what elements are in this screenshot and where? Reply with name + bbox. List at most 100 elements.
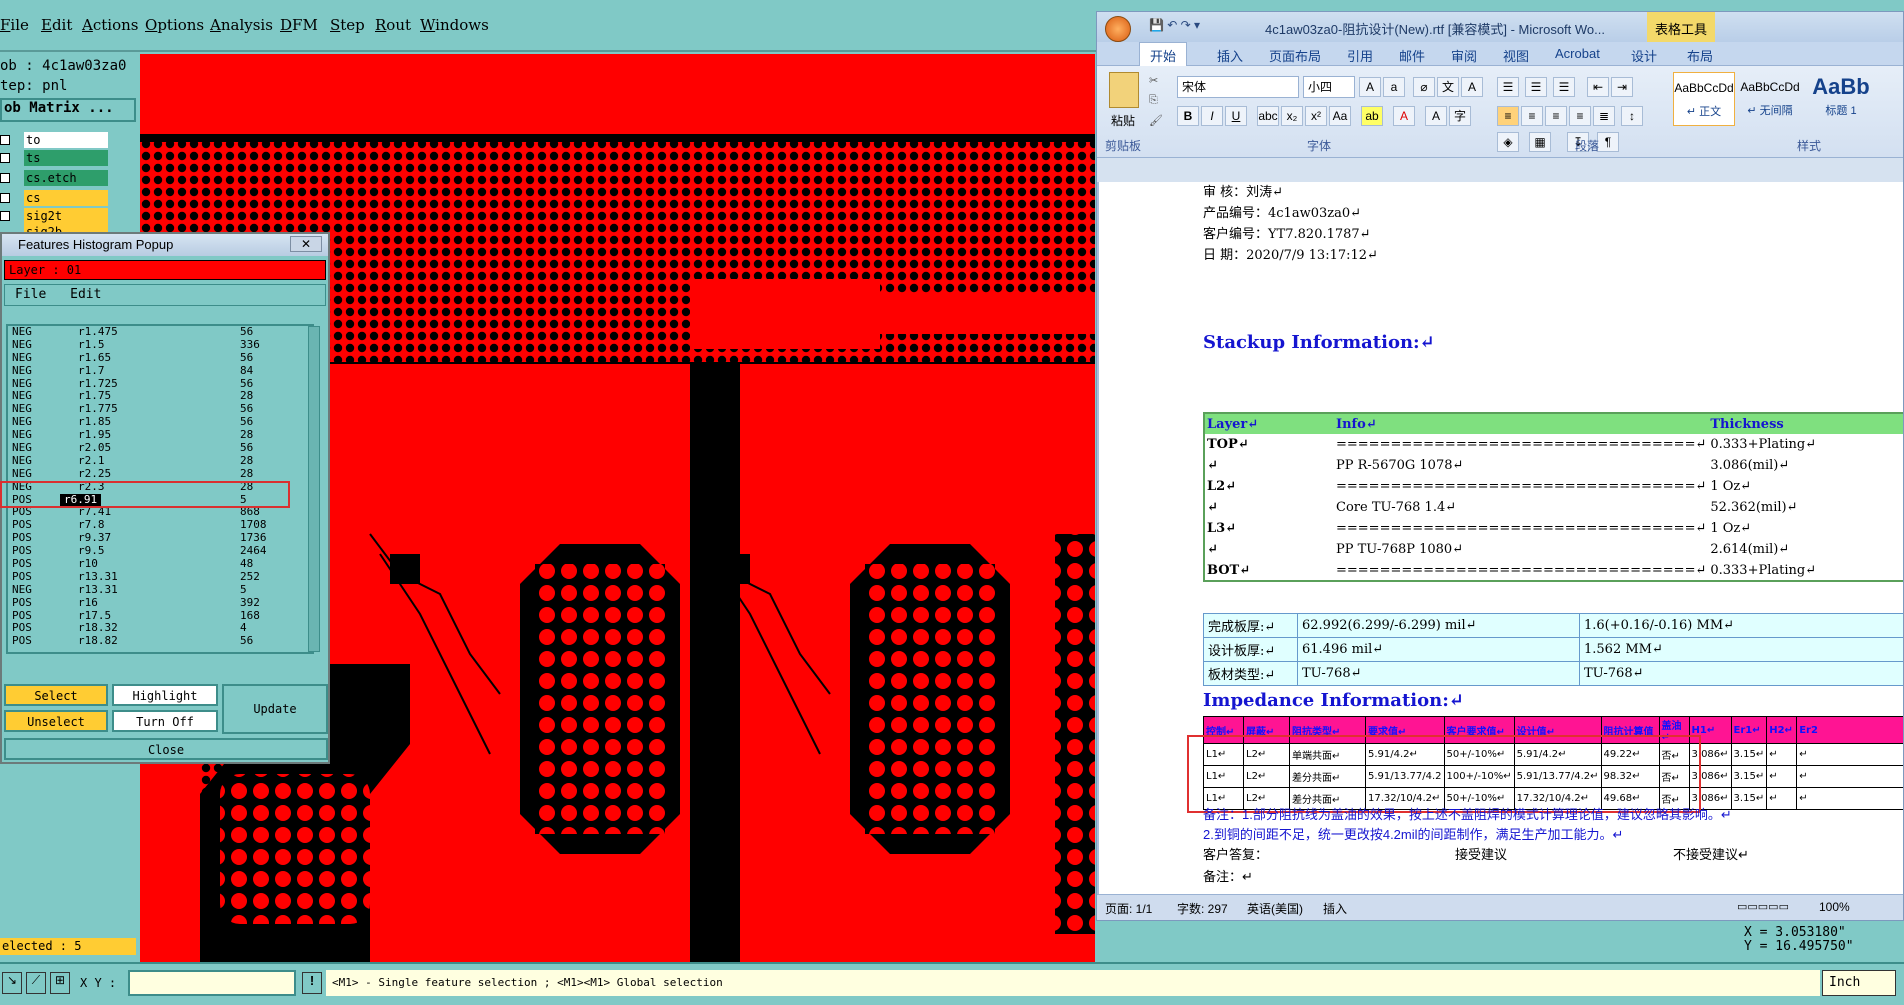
histogram-row[interactable]: NEG r1.85 56 [8,415,312,429]
menu-actions[interactable]: Actions [82,16,138,34]
select-button[interactable]: Select [4,684,108,706]
page-count[interactable]: 页面: 1/1 [1105,900,1152,917]
copy-icon[interactable]: ⎘ [1149,94,1158,107]
change-case-icon[interactable]: Aa [1329,106,1351,126]
unselect-button[interactable]: Unselect [4,710,108,732]
tab-view[interactable]: 视图 [1503,46,1529,65]
turn-off-button[interactable]: Turn Off [112,710,218,732]
highlight-icon[interactable]: ab [1361,106,1383,126]
tab-page-layout[interactable]: 页面布局 [1269,46,1321,65]
insert-mode[interactable]: 插入 [1323,900,1347,917]
decrease-indent-icon[interactable]: ⇤ [1587,77,1609,97]
layer-row[interactable]: to [0,132,140,149]
arrow-icon[interactable]: ↘ [2,972,22,994]
layer-row[interactable]: cs.etch [0,170,140,187]
vertical-scrollbar[interactable] [308,326,320,652]
word-titlebar[interactable]: 💾 ↶ ↷ ▾ 4c1aw03za0-阻抗设计(New).rtf [兼容模式] … [1097,12,1903,42]
histogram-row[interactable]: NEG r1.475 56 [8,326,312,339]
highlight-button[interactable]: Highlight [112,684,218,706]
layer-checkbox[interactable] [0,193,10,203]
tab-mailings[interactable]: 邮件 [1399,46,1425,65]
view-buttons-icon[interactable]: ▭▭▭▭▭ [1737,900,1789,913]
tab-layout[interactable]: 布局 [1687,46,1713,65]
multilevel-icon[interactable]: ☰ [1553,77,1575,97]
histogram-row[interactable]: NEG r1.75 28 [8,390,312,403]
histogram-row[interactable]: NEG r2.1 28 [8,454,312,468]
histogram-row[interactable]: NEG r1.725 56 [8,377,312,391]
increase-indent-icon[interactable]: ⇥ [1611,77,1633,97]
job-matrix-button[interactable]: ob Matrix ... [0,98,136,122]
line-spacing-icon[interactable]: ↕ [1621,106,1643,126]
style-no-spacing[interactable]: AaBbCcDd ↵ 无间隔 [1739,72,1801,126]
layer-checkbox[interactable] [0,153,10,163]
menu-analysis[interactable]: Analysis [210,16,273,34]
histogram-row[interactable]: NEG r1.5 336 [8,338,312,352]
shading-icon[interactable]: ◈ [1497,132,1519,152]
menu-edit[interactable]: Edit [41,16,72,34]
phonetic-icon[interactable]: 文 [1437,77,1459,97]
justify-icon[interactable]: ≡ [1569,106,1591,126]
language[interactable]: 英语(美国) [1247,900,1303,917]
word-count[interactable]: 字数: 297 [1177,900,1228,917]
histogram-row[interactable]: NEG r1.65 56 [8,351,312,365]
zoom-level[interactable]: 100% [1819,900,1850,914]
histogram-row[interactable]: POS r17.5 168 [8,609,312,623]
layer-checkbox[interactable] [0,173,10,183]
italic-icon[interactable]: I [1201,106,1223,126]
tab-review[interactable]: 审阅 [1451,46,1477,65]
tab-acrobat[interactable]: Acrobat [1555,46,1600,61]
font-color-icon[interactable]: A [1393,106,1415,126]
cut-icon[interactable]: ✂ [1149,74,1158,87]
popup-menu-file[interactable]: File [15,287,46,302]
histogram-row[interactable]: NEG r2.05 56 [8,441,312,455]
tab-design[interactable]: 设计 [1631,46,1657,65]
histogram-row[interactable]: NEG r1.95 28 [8,428,312,442]
histogram-row[interactable]: NEG r1.775 56 [8,402,312,416]
office-button-icon[interactable] [1105,16,1131,42]
bullets-icon[interactable]: ☰ [1497,77,1519,97]
char-shading-icon[interactable]: A [1425,106,1447,126]
histogram-row[interactable]: NEG r13.31 5 [8,583,312,597]
menu-rout[interactable]: Rout [375,16,411,34]
histogram-row[interactable]: NEG r2.25 28 [8,467,312,481]
format-painter-icon[interactable]: 🖌 [1149,114,1163,127]
font-name-select[interactable]: 宋体 [1177,76,1299,98]
layer-row[interactable]: sig2t [0,208,140,225]
menu-file[interactable]: File [0,16,29,34]
quick-access-icon[interactable]: 💾 ↶ ↷ ▾ [1149,18,1200,32]
layer-row[interactable]: sig2b [0,224,140,232]
tab-home[interactable]: 开始 [1139,42,1188,68]
menu-dfm[interactable]: DFM [280,16,318,34]
align-left-icon[interactable]: ≡ [1497,106,1519,126]
histogram-row[interactable]: POS r18.32 4 [8,622,312,635]
layer-checkbox[interactable] [0,211,10,221]
clear-format-icon[interactable]: ⌀ [1413,77,1435,97]
close-button[interactable]: Close [4,738,328,760]
measure-icon[interactable]: ⟋ [26,972,46,994]
strike-icon[interactable]: abc [1257,106,1279,126]
tab-references[interactable]: 引用 [1347,46,1373,65]
superscript-icon[interactable]: x² [1305,106,1327,126]
shrink-font-icon[interactable]: a [1383,77,1405,97]
histogram-row[interactable]: POS r10 48 [8,557,312,571]
histogram-row[interactable]: POS r18.82 56 [8,634,312,648]
align-center-icon[interactable]: ≡ [1521,106,1543,126]
xy-input[interactable] [128,970,296,996]
popup-titlebar[interactable]: Features Histogram Popup ✕ [2,234,328,256]
popup-menu-edit[interactable]: Edit [70,287,101,302]
layer-checkbox[interactable] [0,135,10,145]
enclose-char-icon[interactable]: 字 [1449,106,1471,126]
layer-row[interactable]: ts [0,150,140,167]
char-border-icon[interactable]: A [1461,77,1483,97]
bold-icon[interactable]: B [1177,106,1199,126]
menu-step[interactable]: Step [330,16,365,34]
show-marks-icon[interactable]: ¶ [1597,132,1619,152]
font-size-select[interactable]: 小四 [1303,76,1355,98]
info-icon[interactable]: ! [302,972,322,994]
histogram-row[interactable]: POS r16 392 [8,596,312,610]
menu-windows[interactable]: Windows [420,16,489,34]
paste-label[interactable]: 粘贴 [1111,112,1135,129]
underline-icon[interactable]: U [1225,106,1247,126]
update-button[interactable]: Update [222,684,328,734]
style-heading-1[interactable]: AaBb 标题 1 [1805,72,1877,126]
